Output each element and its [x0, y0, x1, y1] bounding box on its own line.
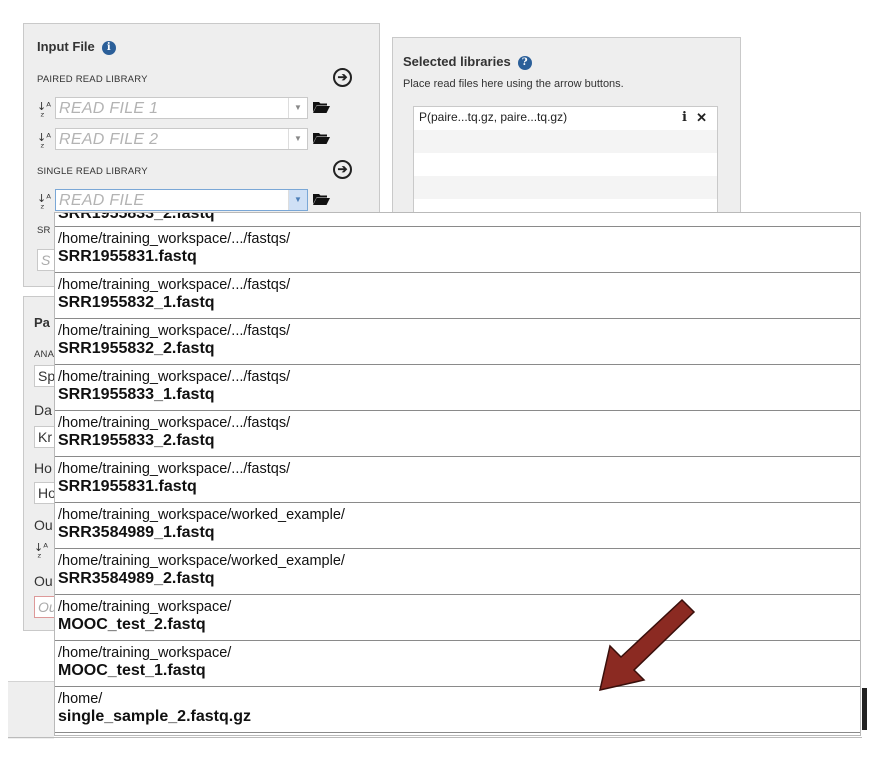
- option-file: single_sample_2.fastq.gz: [58, 708, 251, 725]
- read-file-1-placeholder: READ FILE 1: [59, 100, 159, 117]
- selected-libraries-panel: Selected libraries? Place read files her…: [392, 37, 741, 220]
- empty-row: [414, 176, 717, 199]
- output-label: Ou: [34, 517, 53, 533]
- question-circle-icon[interactable]: ?: [517, 56, 532, 70]
- dropdown-option[interactable]: /home/training_workspace/ MOOC_test_2.fa…: [55, 595, 860, 641]
- option-file: SRR1955832_2.fastq: [58, 340, 215, 357]
- option-path: /home/training_workspace/.../fastqs/: [58, 461, 291, 477]
- option-path: /home/training_workspace/worked_example/: [58, 507, 345, 523]
- sort-alpha-icon[interactable]: ↓ᴬ ᶻ: [37, 193, 51, 214]
- footer-divider: [8, 737, 862, 738]
- single-read-library-label: SINGLE READ LIBRARY: [37, 166, 148, 177]
- dropdown-option[interactable]: /home/training_workspace/.../fastqs/ SRR…: [55, 273, 860, 319]
- sra-label: SR: [37, 225, 51, 236]
- empty-row: [414, 153, 717, 176]
- sort-alpha-icon[interactable]: ↓ᴬ ᶻ: [37, 132, 51, 153]
- sort-alpha-icon[interactable]: ↓ᴬ ᶻ: [37, 101, 51, 122]
- option-path: /home/: [58, 691, 103, 707]
- folder-open-icon[interactable]: [313, 193, 330, 205]
- folder-open-icon[interactable]: [313, 132, 330, 144]
- footer-bar: [8, 681, 54, 739]
- dropdown-option[interactable]: /home/training_workspace/.../fastqs/ SRR…: [55, 457, 860, 503]
- add-paired-arrow-icon[interactable]: ➔: [333, 68, 352, 87]
- option-path: /home/training_workspace/worked_example/: [58, 553, 345, 569]
- option-file: SRR1955832_1.fastq: [58, 294, 215, 311]
- selected-libraries-title: Selected libraries?: [403, 54, 532, 70]
- close-icon[interactable]: ✕: [696, 110, 707, 126]
- edge-button[interactable]: [862, 688, 867, 730]
- read-file-placeholder: READ FILE: [59, 192, 145, 209]
- dropdown-option[interactable]: /home/training_workspace/.../fastqs/ SRR…: [55, 365, 860, 411]
- dropdown-option[interactable]: /home/ single_sample_2.fastq.gz: [55, 687, 860, 733]
- option-file: MOOC_test_2.fastq: [58, 616, 206, 633]
- option-file: SRR1955833_1.fastq: [58, 386, 215, 403]
- option-path: /home/training_workspace/.../fastqs/: [58, 415, 291, 431]
- dropdown-option[interactable]: /home/training_workspace/.../fastqs/ SRR…: [55, 319, 860, 365]
- option-path: /home/training_workspace/.../fastqs/: [58, 277, 291, 293]
- dropdown-option[interactable]: /home/training_workspace/worked_example/…: [55, 503, 860, 549]
- read-file-2-placeholder: READ FILE 2: [59, 131, 159, 148]
- chevron-down-icon[interactable]: ▼: [288, 98, 307, 118]
- dropdown-option[interactable]: /home/training_workspace/worked_example/…: [55, 549, 860, 595]
- read-file-dropdown: SRR1955833_2.fastq /home/training_worksp…: [54, 212, 861, 736]
- folder-open-icon[interactable]: [313, 101, 330, 113]
- add-single-arrow-icon[interactable]: ➔: [333, 160, 352, 179]
- read-file-select[interactable]: READ FILE ▼: [55, 189, 308, 211]
- dropdown-option[interactable]: /home/training_workspace/ MOOC_test_1.fa…: [55, 641, 860, 687]
- host-label: Ho: [34, 460, 52, 476]
- library-row[interactable]: P(paire...tq.gz, paire...tq.gz) i ✕: [414, 107, 717, 130]
- analysis-label: ANA: [34, 349, 55, 360]
- chevron-down-icon[interactable]: ▼: [288, 129, 307, 149]
- option-file: SRR1955833_2.fastq: [58, 212, 215, 222]
- option-path: /home/training_workspace/.../fastqs/: [58, 323, 291, 339]
- option-path: /home/training_workspace/.../fastqs/: [58, 369, 291, 385]
- read-file-2-select[interactable]: READ FILE 2 ▼: [55, 128, 308, 150]
- option-path: /home/training_workspace/: [58, 599, 232, 615]
- dropdown-option[interactable]: SRR1955833_2.fastq: [55, 213, 860, 227]
- option-file: SRR1955833_2.fastq: [58, 432, 215, 449]
- option-file: SRR1955831.fastq: [58, 248, 197, 265]
- annotation-arrow-icon: [599, 598, 696, 691]
- empty-row: [414, 130, 717, 153]
- option-file: SRR1955831.fastq: [58, 478, 197, 495]
- database-label: Da: [34, 402, 52, 418]
- info-icon[interactable]: i: [101, 41, 116, 55]
- chevron-down-icon[interactable]: ▼: [288, 190, 307, 210]
- read-file-1-select[interactable]: READ FILE 1 ▼: [55, 97, 308, 119]
- library-label: P(paire...tq.gz, paire...tq.gz): [419, 110, 568, 124]
- option-path: /home/training_workspace/.../fastqs/: [58, 231, 291, 247]
- parameters-title: Pa: [34, 315, 50, 330]
- paired-read-library-label: PAIRED READ LIBRARY: [37, 74, 148, 85]
- info-icon[interactable]: i: [682, 110, 687, 125]
- output-name-label: Ou: [34, 573, 53, 589]
- option-path: /home/training_workspace/: [58, 645, 232, 661]
- option-file: MOOC_test_1.fastq: [58, 662, 206, 679]
- dropdown-option[interactable]: /home/training_workspace/.../fastqs/ SRR…: [55, 411, 860, 457]
- selected-libraries-list: P(paire...tq.gz, paire...tq.gz) i ✕: [413, 106, 718, 220]
- selected-libraries-help: Place read files here using the arrow bu…: [403, 78, 624, 90]
- dropdown-option[interactable]: /home/training_workspace/.../fastqs/ SRR…: [55, 227, 860, 273]
- option-file: SRR3584989_1.fastq: [58, 524, 215, 541]
- option-file: SRR3584989_2.fastq: [58, 570, 215, 587]
- input-file-title: Input File i: [37, 39, 116, 55]
- sort-alpha-icon[interactable]: ↓ᴬ ᶻ: [34, 542, 48, 563]
